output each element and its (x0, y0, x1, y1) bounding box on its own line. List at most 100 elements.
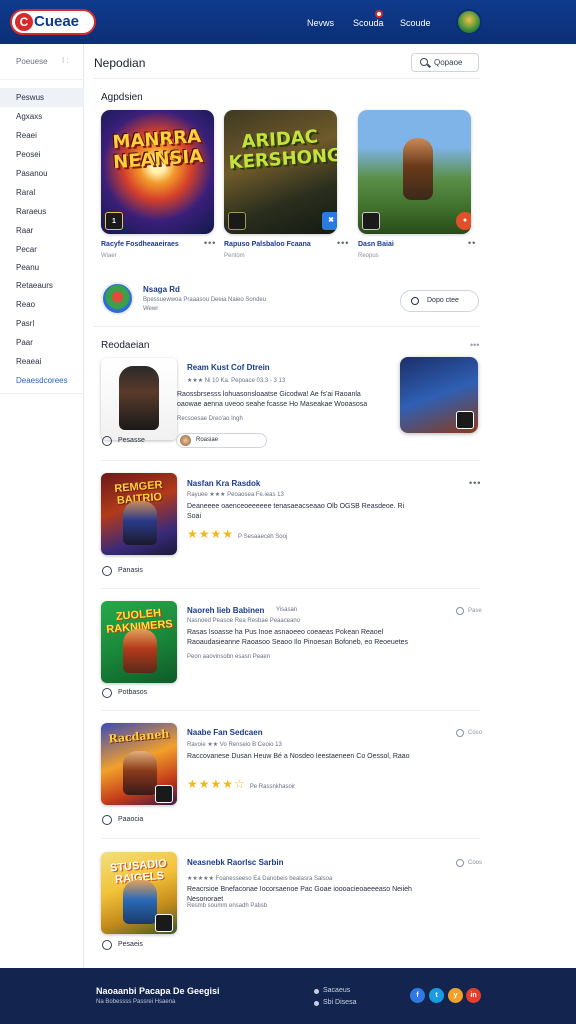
user-chip[interactable]: Roasiae (176, 433, 267, 448)
circle-icon (102, 688, 112, 698)
row-title[interactable]: Ream Kust Cof Dtrein (187, 363, 270, 372)
featured-card-1[interactable]: MANRRA NEANSIA 1 (101, 110, 214, 234)
promo-button-label: Dopo ctee (427, 297, 459, 304)
game-thumbnail[interactable]: ZUOLEH RAKNIMERS (101, 601, 177, 683)
featured-card-3-name[interactable]: Dasn Baiai (358, 241, 394, 248)
nav-item-2[interactable]: Scouda (353, 18, 384, 28)
character-art (123, 629, 157, 673)
user-chip-label: Roasiae (196, 437, 219, 443)
row-action-label: Potbasos (118, 689, 148, 696)
sidebar-item-12[interactable]: Reao (0, 295, 84, 314)
row-action[interactable]: Pesasse (102, 436, 145, 446)
row-title[interactable]: Naoreh Iieb Babinen (187, 606, 264, 615)
user-avatar[interactable] (456, 9, 482, 35)
sidebar-item-7[interactable]: Raraeus (0, 202, 84, 221)
sidebar-item-5[interactable]: Pasanou (0, 164, 84, 183)
row-meta: ★★★ Ni 10 Ka. Pepoace 03.3 - 3 13 (187, 378, 286, 384)
featured-card-1-name[interactable]: Racyfe Fosdheaaeiraes (101, 241, 179, 248)
sidebar-item-10[interactable]: Peanu (0, 258, 84, 277)
promo-game-icon[interactable] (101, 282, 134, 315)
row-description: Raccovanese Dusan Heuw Bé a Nosdeo Ieest… (187, 753, 410, 760)
game-rating-badge (155, 785, 173, 803)
featured-card-art-title: MANRRA NEANSIA (111, 125, 204, 174)
avatar (180, 435, 191, 446)
sidebar-item-9[interactable]: Pecar (0, 240, 84, 259)
row-action[interactable]: Paaocia (102, 815, 143, 825)
sidebar-item-13[interactable]: Pasrl (0, 314, 84, 333)
youtube-icon[interactable]: y (448, 988, 463, 1003)
row-title[interactable]: Nasfan Kra Rasdok (187, 479, 260, 488)
brand-logo[interactable]: C Cueae (10, 9, 96, 35)
sidebar-header-label[interactable]: Poeuese (16, 57, 48, 66)
sidebar-item-2[interactable]: Agxaxs (0, 107, 84, 126)
footer-link-2[interactable]: Sbi Disesa (314, 999, 356, 1006)
sidebar-item-15[interactable]: Reaeai (0, 352, 84, 371)
promo-button[interactable]: Dopo ctee (400, 290, 479, 312)
game-thumbnail[interactable]: STUSADIO RAIGELS (101, 852, 177, 934)
row-meta: Rayuee ★★★ Peoaosea Fe.ieas 13 (187, 492, 284, 498)
circle-icon (456, 607, 464, 615)
footer (0, 968, 576, 1024)
row-action[interactable]: Pesaeis (102, 940, 143, 950)
star-rating-icon: ★★★★ (187, 527, 235, 541)
search-input[interactable]: Qopaoe (411, 53, 479, 72)
row-title[interactable]: Neasnebk Raorlsc Sarbin (187, 858, 283, 867)
logo-text: Cueae (34, 13, 80, 30)
more-options-icon[interactable]: ••• (469, 478, 481, 488)
sidebar-item-4[interactable]: Peosei (0, 145, 84, 164)
row-action[interactable]: Panasis (102, 566, 143, 576)
game-rating-badge (456, 411, 474, 429)
row-footer: Peon aaovinsobn esasn Peaen (187, 654, 271, 660)
featured-card-2[interactable]: ARIDAC KERSHONG ✖ (224, 110, 337, 234)
circle-icon (456, 859, 464, 867)
featured-card-3[interactable]: ● (358, 110, 471, 234)
row-side-link[interactable]: Coos (456, 859, 482, 867)
row-title[interactable]: Naabe Fan Sedcaen (187, 728, 263, 737)
row-description: Raossbrsesss lohuasonsloaatse Gicodwa! A… (177, 391, 368, 408)
sidebar-divider (0, 393, 84, 394)
promo-description: Bpessuewwoa Praaasou Deeia Naieo Sondeu (143, 297, 267, 303)
sidebar-item-8[interactable]: Raar (0, 221, 84, 240)
sidebar-item-3[interactable]: Reaei (0, 126, 84, 145)
nav-item-news[interactable]: Nevws (307, 18, 334, 28)
game-thumbnail[interactable]: REMGER BAITRIO (101, 473, 177, 555)
section-divider (94, 326, 480, 327)
promo-description-2: Wewr (143, 306, 159, 312)
game-thumbnail[interactable]: Racdaneh (101, 723, 177, 805)
promo-title[interactable]: Nsaga Rd (143, 285, 180, 294)
footer-subtitle: Na Bobessss Passrei Hsaena (96, 999, 176, 1005)
more-options-icon[interactable]: ••• (470, 340, 479, 350)
sidebar-item-1[interactable]: Peswus (0, 88, 84, 107)
game-thumbnail[interactable] (101, 358, 177, 440)
more-options-icon[interactable]: •• (468, 238, 476, 248)
game-rating-badge (362, 212, 380, 230)
twitter-icon[interactable]: t (429, 988, 444, 1003)
notification-dot-icon (375, 10, 383, 18)
featured-card-3-sub: Reopus (358, 253, 379, 259)
row-meta: Nasnoed Peasoe Rea Resbae Peaaceano (187, 618, 301, 624)
row-meta: ★★★★★ Foanesseeso Ea Danobeis bealasra S… (187, 876, 333, 882)
row-divider (101, 588, 480, 589)
featured-card-2-name[interactable]: Rapuso Palsbaloo Fcaana (224, 241, 311, 248)
row-meta: Ravoie ★★ Vo Renseio B Ceoio 13 (187, 742, 282, 748)
featured-card-1-sub: Wiaer (101, 253, 117, 259)
row-side-link[interactable]: Pase (456, 607, 482, 615)
row-action[interactable]: Potbasos (102, 688, 148, 698)
nav-item-3[interactable]: Scoude (400, 18, 431, 28)
sidebar-link[interactable]: Deaesdcorees (0, 371, 84, 390)
facebook-icon[interactable]: f (410, 988, 425, 1003)
more-options-icon[interactable]: ••• (337, 238, 349, 248)
sidebar-item-11[interactable]: Retaeaurs (0, 276, 84, 295)
instagram-icon[interactable]: in (466, 988, 481, 1003)
platform-icon: ✖ (322, 212, 337, 230)
featured-card-character (403, 138, 433, 200)
row-side-link[interactable]: Coso (456, 729, 482, 737)
footer-link-1[interactable]: Sacaeus (314, 987, 350, 994)
thumbnail-art-title: Racdaneh (107, 727, 170, 746)
sidebar-item-6[interactable]: Raral (0, 183, 84, 202)
sidebar-item-14[interactable]: Paar (0, 333, 84, 352)
footer-brand: Naoaanbi Pacapa De Geegisi (96, 986, 220, 996)
more-options-icon[interactable]: ••• (204, 238, 216, 248)
side-game-thumbnail[interactable] (400, 357, 478, 433)
row-side-tag: Yisasan (276, 607, 298, 613)
